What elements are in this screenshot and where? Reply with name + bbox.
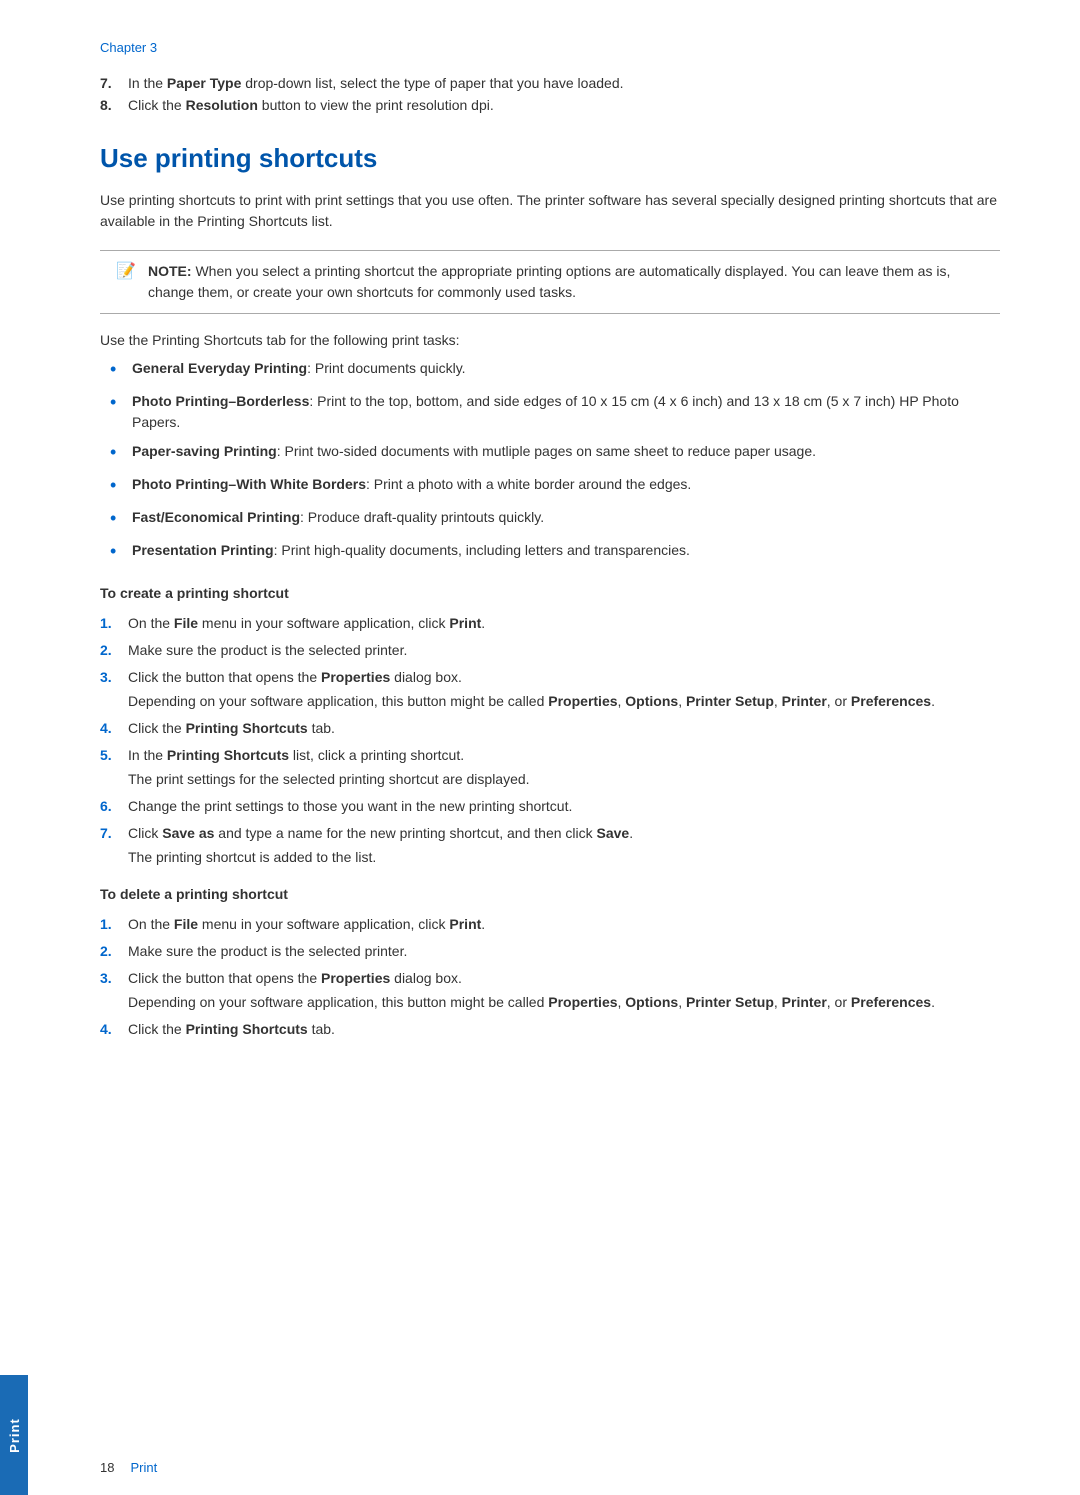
create-step-1: 1. On the File menu in your software app… bbox=[100, 613, 1000, 634]
footer-section-label: Print bbox=[130, 1460, 157, 1475]
delete-step-content-3: Click the button that opens the Properti… bbox=[128, 968, 1000, 1013]
delete-step-3-sub: Depending on your software application, … bbox=[128, 992, 1000, 1013]
bullet-item-2: • Photo Printing–Borderless: Print to th… bbox=[110, 391, 1000, 433]
bullet-item-4: • Photo Printing–With White Borders: Pri… bbox=[110, 474, 1000, 499]
bullet-dot-1: • bbox=[110, 356, 132, 383]
note-box: 📝 NOTE: When you select a printing short… bbox=[100, 250, 1000, 314]
delete-step-content-1: On the File menu in your software applic… bbox=[128, 914, 1000, 935]
section-title: Use printing shortcuts bbox=[100, 143, 1000, 174]
create-step-3: 3. Click the button that opens the Prope… bbox=[100, 667, 1000, 712]
sidebar-print-label: Print bbox=[7, 1418, 22, 1453]
bullet-dot-6: • bbox=[110, 538, 132, 565]
intro-paragraph: Use printing shortcuts to print with pri… bbox=[100, 190, 1000, 232]
create-step-num-7: 7. bbox=[100, 823, 128, 868]
create-step-7-sub: The printing shortcut is added to the li… bbox=[128, 847, 1000, 868]
delete-step-num-3: 3. bbox=[100, 968, 128, 1013]
create-step-3-sub: Depending on your software application, … bbox=[128, 691, 1000, 712]
delete-step-num-2: 2. bbox=[100, 941, 128, 962]
delete-step-num-1: 1. bbox=[100, 914, 128, 935]
create-step-content-1: On the File menu in your software applic… bbox=[128, 613, 1000, 634]
bullet-text-6: Presentation Printing: Print high-qualit… bbox=[132, 540, 690, 565]
note-text: NOTE: When you select a printing shortcu… bbox=[148, 261, 984, 303]
create-step-2: 2. Make sure the product is the selected… bbox=[100, 640, 1000, 661]
create-step-7: 7. Click Save as and type a name for the… bbox=[100, 823, 1000, 868]
use-text: Use the Printing Shortcuts tab for the f… bbox=[100, 332, 1000, 348]
bullet-dot-3: • bbox=[110, 439, 132, 466]
create-steps-list: 1. On the File menu in your software app… bbox=[100, 613, 1000, 868]
create-shortcut-heading: To create a printing shortcut bbox=[100, 585, 1000, 601]
note-icon: 📝 bbox=[116, 261, 138, 303]
create-step-num-3: 3. bbox=[100, 667, 128, 712]
sidebar-print-bar: Print bbox=[0, 1375, 28, 1495]
note-body: When you select a printing shortcut the … bbox=[148, 263, 950, 300]
create-step-num-4: 4. bbox=[100, 718, 128, 739]
create-step-num-1: 1. bbox=[100, 613, 128, 634]
intro-step-8: 8. Click the Resolution button to view t… bbox=[100, 97, 1000, 113]
create-step-content-7: Click Save as and type a name for the ne… bbox=[128, 823, 1000, 868]
bullet-item-6: • Presentation Printing: Print high-qual… bbox=[110, 540, 1000, 565]
create-step-content-6: Change the print settings to those you w… bbox=[128, 796, 1000, 817]
bullet-dot-5: • bbox=[110, 505, 132, 532]
create-step-content-3: Click the button that opens the Properti… bbox=[128, 667, 1000, 712]
bullet-text-2: Photo Printing–Borderless: Print to the … bbox=[132, 391, 1000, 433]
create-step-4: 4. Click the Printing Shortcuts tab. bbox=[100, 718, 1000, 739]
bullet-text-5: Fast/Economical Printing: Produce draft-… bbox=[132, 507, 544, 532]
bullet-text-1: General Everyday Printing: Print documen… bbox=[132, 358, 466, 383]
bullet-text-3: Paper-saving Printing: Print two-sided d… bbox=[132, 441, 816, 466]
delete-step-3: 3. Click the button that opens the Prope… bbox=[100, 968, 1000, 1013]
delete-step-num-4: 4. bbox=[100, 1019, 128, 1040]
step-text-7: In the Paper Type drop-down list, select… bbox=[128, 75, 624, 91]
create-step-5: 5. In the Printing Shortcuts list, click… bbox=[100, 745, 1000, 790]
note-label: NOTE: bbox=[148, 263, 192, 279]
delete-shortcut-heading: To delete a printing shortcut bbox=[100, 886, 1000, 902]
bullet-item-1: • General Everyday Printing: Print docum… bbox=[110, 358, 1000, 383]
delete-step-1: 1. On the File menu in your software app… bbox=[100, 914, 1000, 935]
page-footer: 18 Print bbox=[100, 1460, 1000, 1475]
create-step-5-sub: The print settings for the selected prin… bbox=[128, 769, 1000, 790]
delete-steps-list: 1. On the File menu in your software app… bbox=[100, 914, 1000, 1040]
chapter-label: Chapter 3 bbox=[100, 40, 1000, 55]
delete-step-content-2: Make sure the product is the selected pr… bbox=[128, 941, 1000, 962]
create-step-num-6: 6. bbox=[100, 796, 128, 817]
create-step-num-5: 5. bbox=[100, 745, 128, 790]
delete-step-4: 4. Click the Printing Shortcuts tab. bbox=[100, 1019, 1000, 1040]
step-num-7: 7. bbox=[100, 75, 128, 91]
bullet-item-3: • Paper-saving Printing: Print two-sided… bbox=[110, 441, 1000, 466]
bullet-list: • General Everyday Printing: Print docum… bbox=[100, 358, 1000, 565]
bullet-dot-4: • bbox=[110, 472, 132, 499]
create-shortcut-section: To create a printing shortcut 1. On the … bbox=[100, 585, 1000, 868]
step-num-8: 8. bbox=[100, 97, 128, 113]
create-step-content-2: Make sure the product is the selected pr… bbox=[128, 640, 1000, 661]
footer-page-number: 18 bbox=[100, 1460, 114, 1475]
step-text-8: Click the Resolution button to view the … bbox=[128, 97, 494, 113]
delete-shortcut-section: To delete a printing shortcut 1. On the … bbox=[100, 886, 1000, 1040]
create-step-content-4: Click the Printing Shortcuts tab. bbox=[128, 718, 1000, 739]
delete-step-content-4: Click the Printing Shortcuts tab. bbox=[128, 1019, 1000, 1040]
bullet-text-4: Photo Printing–With White Borders: Print… bbox=[132, 474, 691, 499]
create-step-content-5: In the Printing Shortcuts list, click a … bbox=[128, 745, 1000, 790]
bullet-dot-2: • bbox=[110, 389, 132, 433]
intro-steps-list: 7. In the Paper Type drop-down list, sel… bbox=[100, 75, 1000, 113]
intro-step-7: 7. In the Paper Type drop-down list, sel… bbox=[100, 75, 1000, 91]
bullet-item-5: • Fast/Economical Printing: Produce draf… bbox=[110, 507, 1000, 532]
delete-step-2: 2. Make sure the product is the selected… bbox=[100, 941, 1000, 962]
create-step-6: 6. Change the print settings to those yo… bbox=[100, 796, 1000, 817]
create-step-num-2: 2. bbox=[100, 640, 128, 661]
